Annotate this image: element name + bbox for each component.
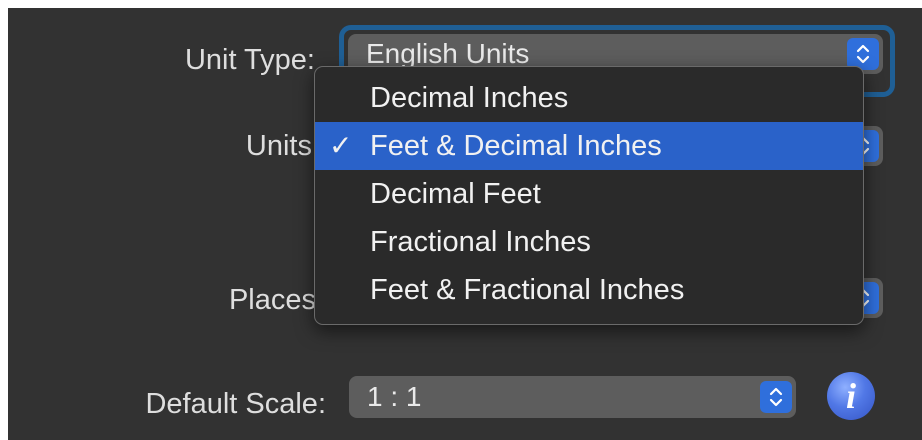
default-scale-label: Default Scale: (145, 388, 326, 420)
unit-type-label: Unit Type: (184, 44, 315, 76)
chevron-up-down-icon (769, 387, 783, 407)
checkmark-icon: ✓ (329, 130, 353, 161)
places-label: Places (228, 284, 316, 316)
info-icon[interactable]: i (827, 372, 875, 420)
menu-item-fractional-inches[interactable]: Fractional Inches (315, 218, 863, 266)
menu-item-feet-decimal-inches[interactable]: ✓ Feet & Decimal Inches (315, 122, 863, 170)
menu-item-feet-fractional-inches[interactable]: Feet & Fractional Inches (315, 266, 863, 314)
units-dropdown-menu: Decimal Inches ✓ Feet & Decimal Inches D… (314, 66, 864, 325)
default-scale-value: 1 : 1 (367, 381, 422, 412)
menu-item-decimal-feet[interactable]: Decimal Feet (315, 170, 863, 218)
default-scale-stepper[interactable] (760, 381, 792, 413)
units-label: Units (245, 130, 312, 162)
default-scale-popup[interactable]: 1 : 1 (349, 376, 796, 418)
menu-item-decimal-inches[interactable]: Decimal Inches (315, 74, 863, 122)
